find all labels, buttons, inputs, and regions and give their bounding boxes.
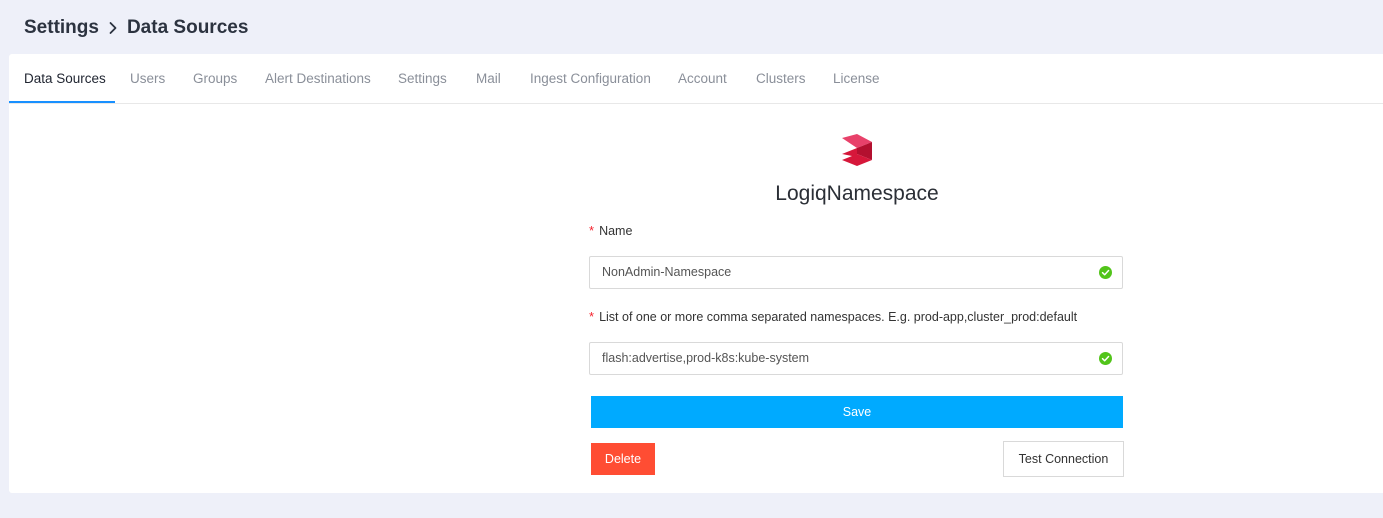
namespaces-label-text: List of one or more comma separated name… [599,310,1078,324]
breadcrumb-current: Data Sources [126,17,249,38]
save-button[interactable]: Save [591,396,1123,428]
tab-account[interactable]: Account [678,54,727,103]
name-label-text: Name [599,224,633,238]
namespaces-field[interactable]: flash:advertise,prod-k8s:kube-system [589,342,1123,375]
name-field-value: NonAdmin-Namespace [602,265,732,279]
tab-data-sources[interactable]: Data Sources [24,54,106,103]
check-circle-icon [1099,352,1112,365]
namespaces-field-value: flash:advertise,prod-k8s:kube-system [602,351,810,365]
logiq-logo-icon [842,134,872,166]
tab-ingest-configuration[interactable]: Ingest Configuration [530,54,651,103]
namespaces-label: * List of one or more comma separated nam… [589,309,1077,324]
check-circle-icon [1099,266,1112,279]
tab-clusters[interactable]: Clusters [756,54,806,103]
required-mark: * [589,223,595,238]
settings-card: Data Sources Users Groups Alert Destinat… [9,54,1383,493]
datasource-title: LogiqNamespace [775,182,939,205]
chevron-right-icon [108,21,118,35]
name-field[interactable]: NonAdmin-Namespace [589,256,1123,289]
tab-settings[interactable]: Settings [398,54,447,103]
tab-groups[interactable]: Groups [193,54,237,103]
required-mark: * [589,309,595,324]
breadcrumb: Settings Data Sources [24,14,248,42]
tab-users[interactable]: Users [130,54,165,103]
breadcrumb-root[interactable]: Settings [24,17,99,39]
delete-button[interactable]: Delete [591,443,655,475]
active-tab-indicator [9,101,115,103]
tab-bar: Data Sources Users Groups Alert Destinat… [9,54,1383,104]
name-label: * Name [589,223,632,238]
tab-mail[interactable]: Mail [476,54,501,103]
tab-license[interactable]: License [833,54,880,103]
tab-alert-destinations[interactable]: Alert Destinations [265,54,371,103]
test-connection-button[interactable]: Test Connection [1003,441,1124,477]
